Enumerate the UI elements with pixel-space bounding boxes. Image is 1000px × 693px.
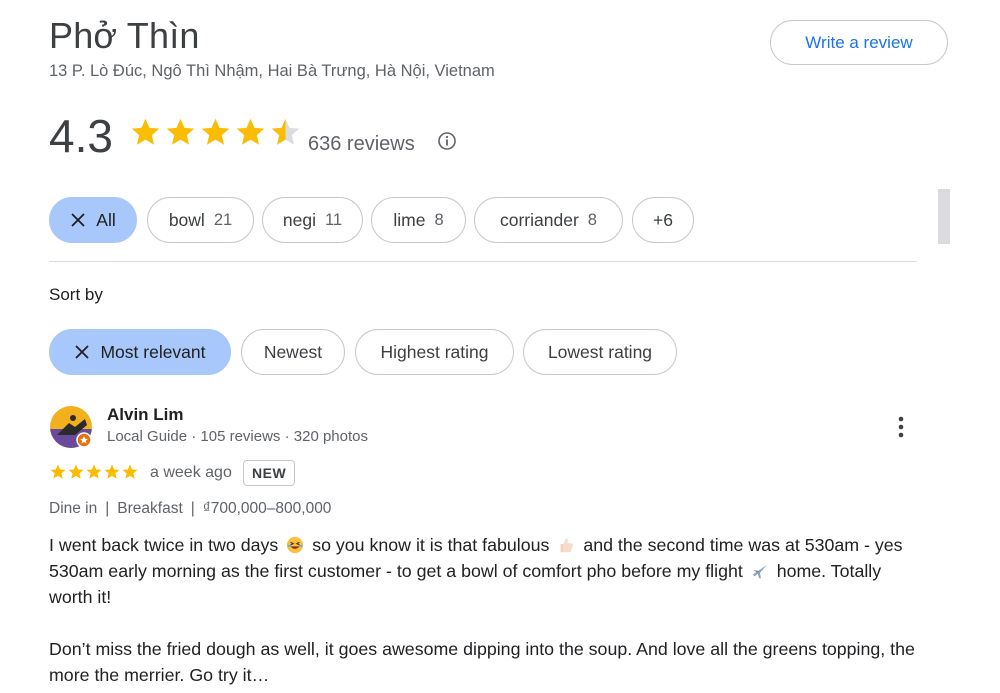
chip-label: lime [393,209,426,230]
star-icon [201,118,230,145]
sort-option-label: Newest [263,341,323,362]
chip-label: bowl [168,209,205,230]
avatar[interactable] [49,405,93,449]
scrollbar-thumb[interactable] [938,189,950,244]
tag-separator: | [105,500,110,517]
close-icon [75,345,90,359]
review-paragraph: Don’t miss the fried dough as well, it g… [49,639,915,685]
star-icon [236,118,265,145]
rating-value: 4.3 [49,110,113,162]
star-icon [166,118,195,145]
sort-most-relevant[interactable]: Most relevant [49,329,231,375]
chip-count: 21 [213,210,233,229]
half-star-icon [271,118,300,145]
review-tags: Dine in | Breakfast | ₫700,000–800,000 [49,500,331,518]
sort-newest[interactable]: Newest [241,329,345,375]
review-stars [49,463,139,481]
laughing-emoji-icon [287,536,304,554]
sort-option-label: Highest rating [380,341,489,362]
chip-label: negi [282,209,316,230]
chip-more[interactable]: +6 [632,197,694,243]
chip-count: 8 [587,210,597,229]
chip-negi[interactable]: negi 11 [262,197,363,243]
close-icon [71,213,85,227]
rating-stars [129,116,302,149]
chip-corriander[interactable]: corriander 8 [474,197,623,243]
chip-all[interactable]: All [49,197,137,243]
airplane-emoji-icon [752,564,767,579]
sort-option-label: Most relevant [100,341,206,362]
chip-bowl[interactable]: bowl 21 [147,197,254,243]
chip-label: +6 [653,209,673,230]
review-date: a week ago [150,464,232,481]
review-paragraph: I went back twice in two days so you kno… [49,532,929,610]
thumbs-up-emoji-icon [560,538,574,553]
chip-label: All [96,209,116,230]
sort-option-label: Lowest rating [547,341,653,362]
tag-breakfast: Breakfast [117,500,183,517]
review-author[interactable]: Alvin Lim [107,405,184,425]
place-address: 13 P. Lò Đúc, Ngô Thì Nhậm, Hai Bà Trưng… [49,62,495,80]
review-text-segment: so you know it is that fabulous [312,535,550,555]
place-title: Phở Thìn [49,15,200,56]
review-author-meta: Local Guide · 105 reviews · 320 photos [107,428,368,445]
sort-highest-rating[interactable]: Highest rating [355,329,514,375]
review-count: 636 reviews [308,133,415,155]
review-text: I went back twice in two days so you kno… [49,532,929,688]
tag-price: ₫700,000–800,000 [202,500,332,517]
write-review-button[interactable]: Write a review [770,20,948,65]
star-icon [50,464,66,479]
info-icon[interactable] [437,131,457,151]
star-icon [68,464,84,479]
new-badge: NEW [243,460,296,486]
review-text-segment: I went back twice in two days [49,535,279,555]
sort-label: Sort by [49,285,103,304]
sort-lowest-rating[interactable]: Lowest rating [523,329,677,375]
chip-count: 11 [324,210,343,229]
star-icon [104,464,120,479]
star-icon [122,464,138,479]
chip-label: corriander [500,209,579,230]
tag-dine-in: Dine in [49,500,98,517]
chip-lime[interactable]: lime 8 [371,197,466,243]
star-icon [86,464,102,479]
chip-count: 8 [434,210,444,229]
tag-separator: | [190,500,195,517]
star-icon [131,118,160,145]
divider [49,261,917,262]
more-vert-icon[interactable] [889,414,913,440]
